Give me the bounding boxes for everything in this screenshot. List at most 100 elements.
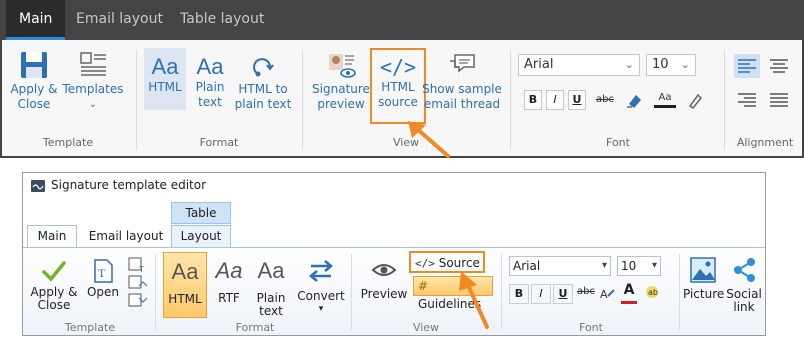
chevron-down-icon: ⌄ bbox=[680, 58, 690, 71]
align-right-button[interactable] bbox=[734, 88, 760, 112]
svg-text:ab: ab bbox=[648, 288, 658, 297]
apply-close-button[interactable]: Apply & Close bbox=[29, 258, 79, 312]
svg-text:A: A bbox=[600, 288, 608, 301]
font-size-value: 10 bbox=[652, 57, 669, 72]
signature-preview-label-1: Signature bbox=[312, 82, 370, 96]
bold-button[interactable]: B bbox=[524, 90, 542, 110]
align-center-button[interactable] bbox=[766, 54, 792, 78]
align-left-icon bbox=[738, 59, 756, 73]
templates-icon bbox=[80, 52, 106, 76]
underline-button[interactable]: U bbox=[553, 284, 573, 304]
old-ribbon-window: Signature template editor Table Main Ema… bbox=[22, 172, 766, 336]
social-link-label-2: link bbox=[733, 300, 755, 314]
font-family-select[interactable]: Arial ▾ bbox=[509, 256, 611, 276]
strikethrough-button[interactable]: abc bbox=[594, 90, 616, 110]
convert-label: Convert bbox=[297, 289, 345, 303]
chevron-down-icon: ▾ bbox=[601, 260, 607, 271]
rtf-format-label: RTF bbox=[218, 291, 240, 305]
show-sample-label-1: Show sample bbox=[422, 82, 502, 96]
top-tab-bar: Main Email layout Table layout bbox=[0, 0, 804, 40]
tab-email-layout[interactable]: Email layout bbox=[63, 0, 176, 40]
chat-thread-icon bbox=[450, 54, 475, 73]
plain-text-format-button[interactable]: Aa Plain text bbox=[190, 54, 230, 110]
plain-text-format-icon: Aa bbox=[257, 258, 285, 283]
plain-text-label-2: text bbox=[259, 304, 283, 318]
font-size-select[interactable]: 10 ▾ bbox=[617, 256, 661, 276]
open-label: Open bbox=[86, 285, 120, 299]
group-divider bbox=[510, 50, 511, 150]
show-sample-email-thread-button[interactable]: Show sample email thread bbox=[422, 52, 502, 112]
template-small-icons[interactable]: T bbox=[127, 256, 147, 312]
convert-arrows-icon bbox=[309, 260, 333, 282]
signature-preview-label-2: preview bbox=[317, 97, 365, 111]
chevron-down-icon: ⌄ bbox=[624, 58, 634, 71]
bottom-ribbon: Apply & Close T Open T Template Aa HTML … bbox=[23, 247, 765, 335]
plain-text-label-2: text bbox=[198, 95, 222, 109]
clear-format-icon[interactable] bbox=[624, 92, 644, 110]
underline-button[interactable]: U bbox=[568, 90, 586, 110]
html-source-highlight bbox=[370, 48, 426, 124]
align-right-icon bbox=[738, 93, 756, 107]
html-format-button[interactable]: Aa HTML bbox=[144, 48, 186, 110]
highlighter-icon[interactable] bbox=[686, 92, 704, 110]
apply-close-button[interactable]: Apply & Close bbox=[8, 50, 60, 112]
templates-label: Templates bbox=[62, 82, 124, 96]
open-button[interactable]: T Open bbox=[83, 258, 123, 299]
preview-button[interactable]: Preview bbox=[359, 260, 409, 301]
pointer-arrow-icon bbox=[408, 121, 450, 158]
highlight-color-icon[interactable]: ab bbox=[643, 284, 661, 304]
font-family-value: Arial bbox=[513, 259, 541, 273]
italic-button[interactable]: I bbox=[546, 90, 564, 110]
html-format-button[interactable]: Aa HTML bbox=[163, 252, 207, 318]
tab-layout[interactable]: Layout bbox=[171, 225, 231, 248]
group-label-font: Font bbox=[579, 321, 603, 334]
social-link-button[interactable]: Social link bbox=[725, 256, 763, 314]
svg-text:T: T bbox=[98, 266, 106, 280]
html-to-plain-label-1: HTML to bbox=[238, 82, 288, 96]
convert-button[interactable]: Convert ▾ bbox=[295, 258, 347, 316]
tab-main[interactable]: Main bbox=[27, 225, 77, 248]
grid-icon: # bbox=[418, 279, 429, 293]
signature-preview-button[interactable]: Signature preview bbox=[310, 52, 372, 112]
tab-table-layout[interactable]: Table layout bbox=[167, 0, 277, 40]
eye-icon bbox=[371, 264, 397, 276]
context-tab-table: Table bbox=[171, 202, 231, 224]
plain-text-format-icon: Aa bbox=[196, 54, 224, 79]
convert-icon bbox=[253, 58, 274, 77]
group-divider bbox=[501, 254, 502, 330]
align-justify-button[interactable] bbox=[766, 88, 792, 112]
font-family-value: Arial bbox=[524, 57, 554, 72]
clear-format-icon[interactable]: A bbox=[599, 286, 617, 304]
new-ribbon-window: Main Email layout Table layout Apply & C… bbox=[0, 0, 804, 158]
strikethrough-button[interactable]: abc bbox=[577, 286, 595, 297]
templates-chevron-icon: ⌄ bbox=[88, 99, 98, 110]
apply-close-label-1: Apply & bbox=[10, 82, 58, 96]
html-to-plain-text-button[interactable]: HTML to plain text bbox=[234, 54, 292, 112]
picture-button[interactable]: Picture bbox=[683, 256, 724, 301]
apply-close-label-2: Close bbox=[37, 298, 71, 312]
tab-main[interactable]: Main bbox=[6, 0, 66, 40]
share-icon bbox=[734, 258, 755, 282]
signature-editor-app-icon bbox=[31, 180, 45, 192]
bold-button[interactable]: B bbox=[509, 284, 529, 304]
pointer-arrow-icon bbox=[459, 271, 489, 329]
save-icon bbox=[21, 52, 47, 78]
rtf-format-button[interactable]: Aa RTF bbox=[211, 258, 247, 305]
font-color-button[interactable]: Aa bbox=[654, 88, 676, 108]
plain-text-format-button[interactable]: Aa Plain text bbox=[251, 258, 291, 318]
italic-button[interactable]: I bbox=[531, 284, 551, 304]
group-divider bbox=[724, 50, 725, 150]
font-color-button[interactable]: A bbox=[621, 282, 637, 304]
group-label-font: Font bbox=[606, 136, 630, 149]
tab-email-layout[interactable]: Email layout bbox=[83, 225, 169, 248]
svg-text:T: T bbox=[138, 265, 144, 274]
font-family-select[interactable]: Arial ⌄ bbox=[518, 54, 640, 76]
templates-button[interactable]: Templates ⌄ bbox=[62, 50, 124, 112]
picture-icon bbox=[690, 257, 716, 283]
font-size-select[interactable]: 10 ⌄ bbox=[646, 54, 696, 76]
group-label-template: Template bbox=[64, 321, 116, 334]
group-divider bbox=[302, 50, 303, 150]
open-file-icon: T bbox=[94, 259, 113, 283]
align-left-button[interactable] bbox=[734, 54, 760, 78]
html-to-plain-label-2: plain text bbox=[234, 97, 292, 111]
